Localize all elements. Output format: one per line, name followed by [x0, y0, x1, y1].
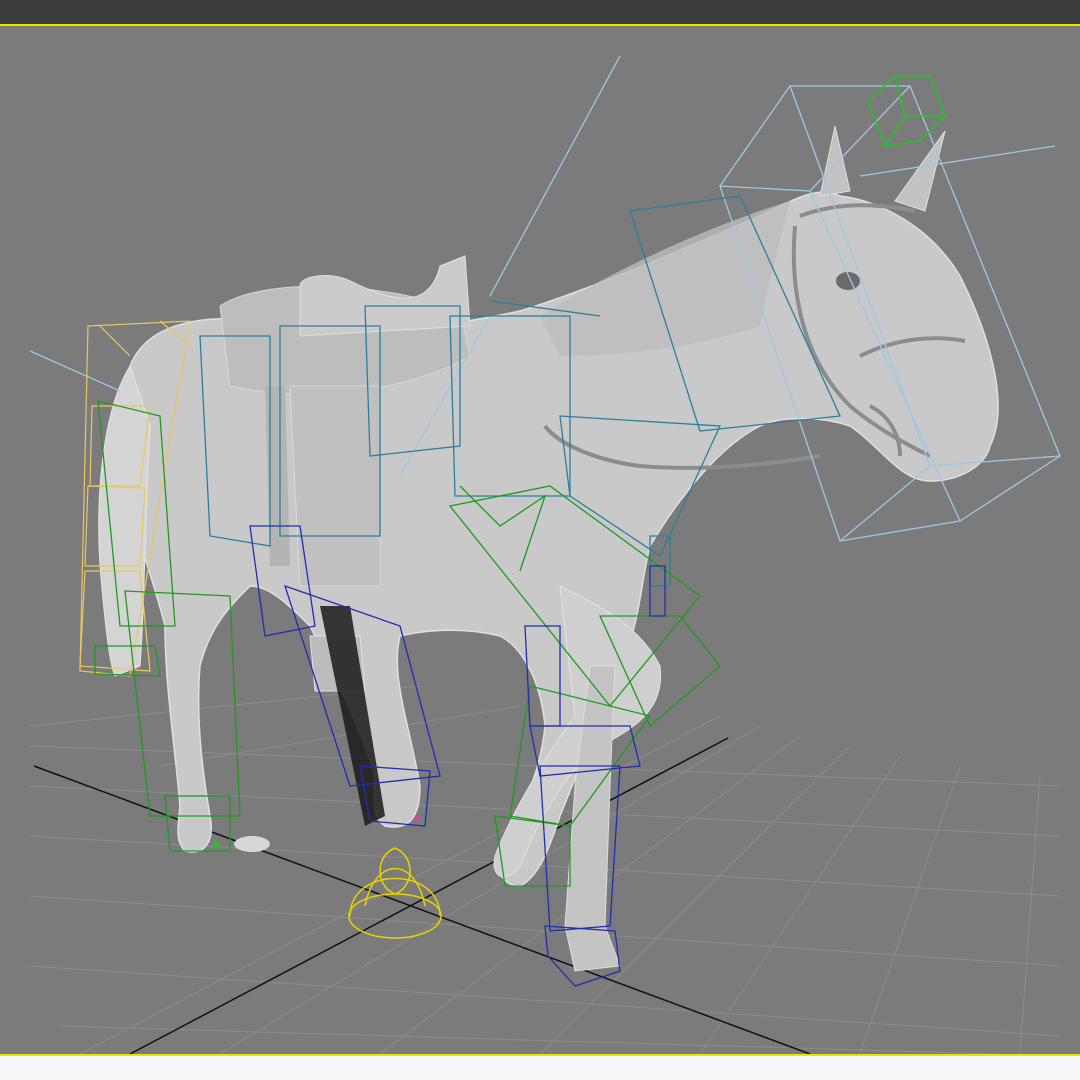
bottom-strip — [0, 1056, 1080, 1080]
title-bar — [0, 0, 1080, 24]
viewport-canvas[interactable] — [0, 26, 1080, 1054]
hoof-shadow — [234, 836, 270, 852]
root-control-helper[interactable] — [348, 847, 442, 939]
horse-model[interactable] — [98, 125, 999, 972]
perspective-viewport[interactable] — [0, 24, 1080, 1056]
